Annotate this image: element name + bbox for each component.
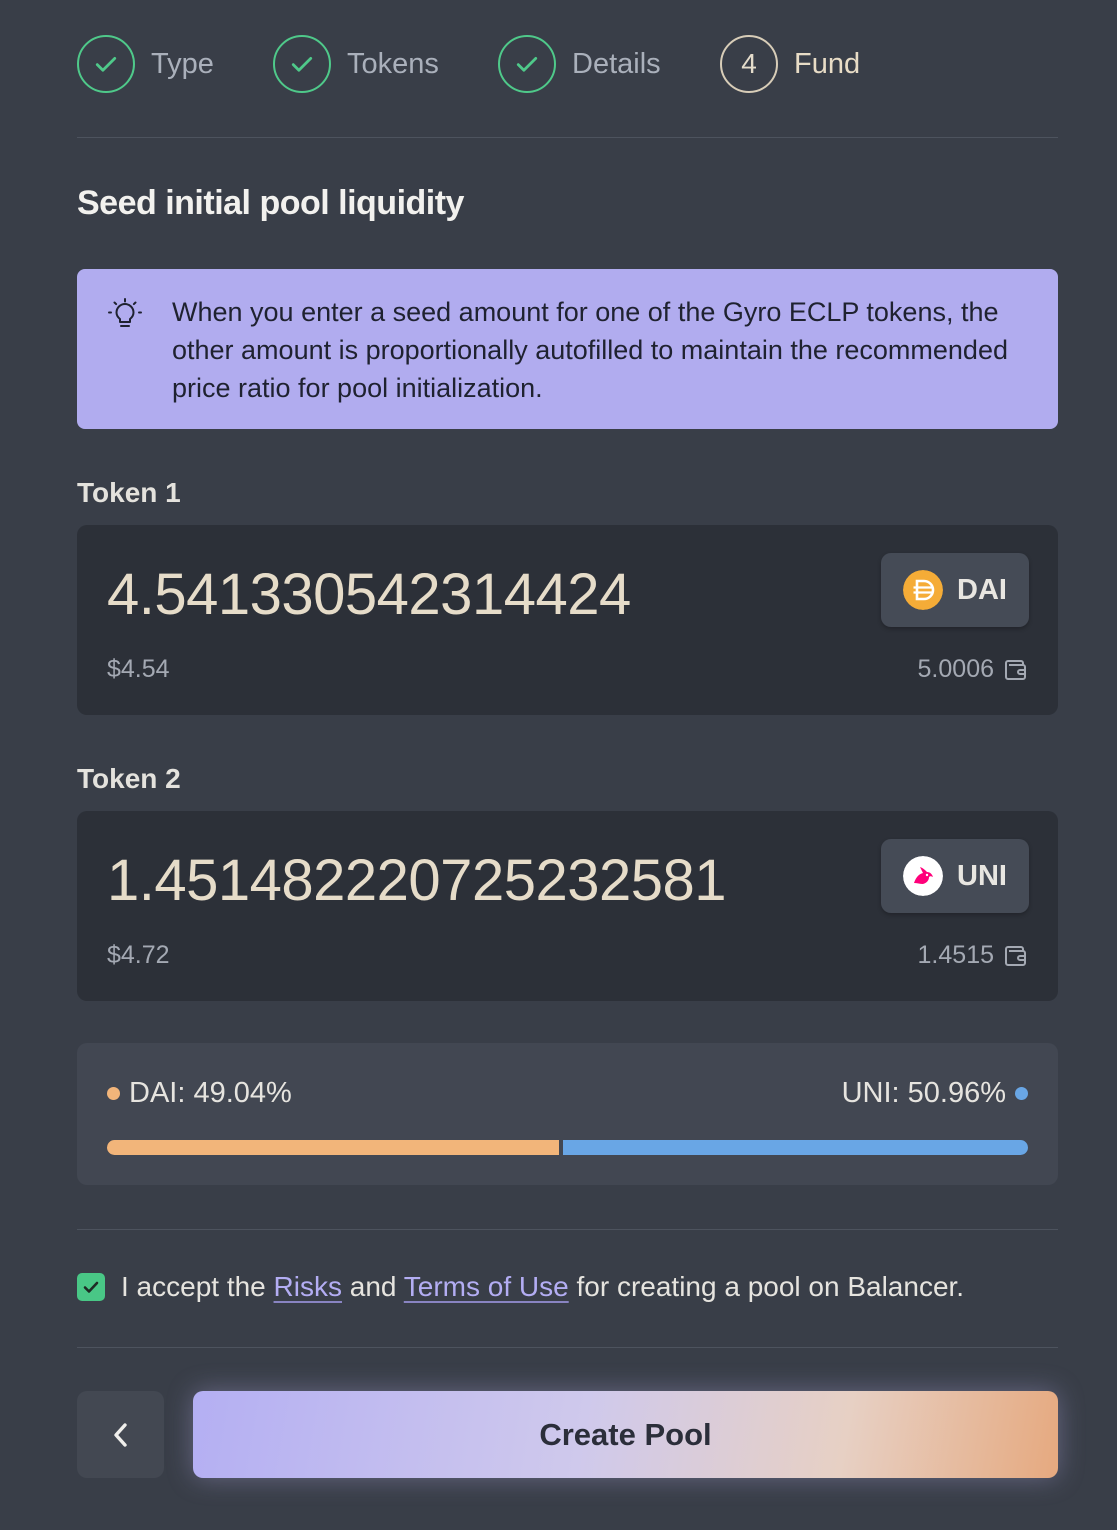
token-weight-summary: DAI: 49.04% UNI: 50.96% — [77, 1043, 1058, 1185]
uni-weight-label: UNI: 50.96% — [841, 1077, 1006, 1109]
step-details[interactable]: Details — [498, 34, 661, 94]
section-title: Seed initial pool liquidity — [77, 184, 464, 222]
divider — [77, 137, 1058, 138]
back-button[interactable] — [77, 1391, 164, 1478]
terms-suffix: for creating a pool on Balancer. — [576, 1271, 965, 1302]
token-1-amount-input[interactable]: 4.541330542314424 — [107, 561, 631, 628]
uni-logo-icon — [903, 856, 944, 896]
step-fund[interactable]: 4 Fund — [720, 34, 860, 94]
uni-weight: UNI: 50.96% — [842, 1077, 1028, 1110]
info-banner: When you enter a seed amount for one of … — [77, 269, 1058, 429]
divider — [77, 1347, 1058, 1348]
token-2-amount-input[interactable]: 1.451482220725232581 — [107, 847, 727, 914]
lightbulb-icon — [108, 298, 142, 327]
check-circle-icon — [273, 35, 331, 93]
wallet-icon — [1005, 945, 1026, 966]
token-2-input-box: 1.451482220725232581 UNI $4.72 1.4515 — [77, 811, 1058, 1001]
wallet-icon — [1005, 659, 1026, 680]
checkmark-icon — [83, 1281, 99, 1293]
step-type[interactable]: Type — [77, 34, 214, 94]
check-circle-icon — [77, 35, 135, 93]
create-pool-button[interactable]: Create Pool — [193, 1391, 1058, 1478]
accept-terms-checkbox[interactable] — [77, 1273, 105, 1301]
step-number: 4 — [720, 35, 778, 93]
token-1-selector[interactable]: DAI — [881, 553, 1029, 627]
balance-value: 1.4515 — [917, 941, 994, 969]
token-2-usd-value: $4.72 — [107, 941, 170, 969]
step-label: Tokens — [347, 47, 439, 80]
token-1-balance[interactable]: 5.0006 — [918, 655, 1028, 684]
terms-acceptance: I accept the Risks and Terms of Use for … — [77, 1271, 964, 1303]
terms-of-use-link[interactable]: Terms of Use — [404, 1271, 569, 1302]
progress-stepper: Type Tokens Details 4 Fund — [77, 34, 1057, 96]
check-circle-icon — [498, 35, 556, 93]
weight-bar — [107, 1140, 1028, 1155]
step-tokens[interactable]: Tokens — [273, 34, 439, 94]
uni-weight-bar — [562, 1140, 1028, 1155]
divider — [77, 1229, 1058, 1230]
terms-and: and — [349, 1271, 397, 1302]
uni-color-dot — [1015, 1087, 1028, 1100]
risks-link[interactable]: Risks — [274, 1271, 342, 1302]
balance-value: 5.0006 — [917, 655, 994, 683]
dai-color-dot — [107, 1087, 120, 1100]
token-symbol: UNI — [957, 859, 1007, 892]
step-label: Type — [151, 47, 214, 80]
dai-logo-icon — [903, 570, 944, 610]
token-2-selector[interactable]: UNI — [881, 839, 1029, 913]
dai-weight-bar — [107, 1140, 559, 1155]
banner-text: When you enter a seed amount for one of … — [172, 297, 1008, 403]
token-1-usd-value: $4.54 — [107, 655, 170, 683]
token-symbol: DAI — [957, 573, 1007, 606]
step-label: Details — [572, 47, 661, 80]
token-2-label: Token 2 — [77, 763, 181, 794]
terms-prefix: I accept the — [121, 1271, 266, 1302]
chevron-left-icon — [113, 1422, 127, 1447]
dai-weight-label: DAI: 49.04% — [129, 1077, 292, 1109]
token-1-label: Token 1 — [77, 477, 181, 508]
token-2-balance[interactable]: 1.4515 — [918, 941, 1028, 970]
dai-weight: DAI: 49.04% — [107, 1077, 292, 1110]
terms-text: I accept the Risks and Terms of Use for … — [121, 1271, 964, 1303]
step-label: Fund — [794, 47, 861, 80]
create-pool-fund-page: Type Tokens Details 4 Fund Seed initial … — [0, 0, 1117, 1530]
token-1-input-box: 4.541330542314424 DAI $4.54 5.0006 — [77, 525, 1058, 715]
